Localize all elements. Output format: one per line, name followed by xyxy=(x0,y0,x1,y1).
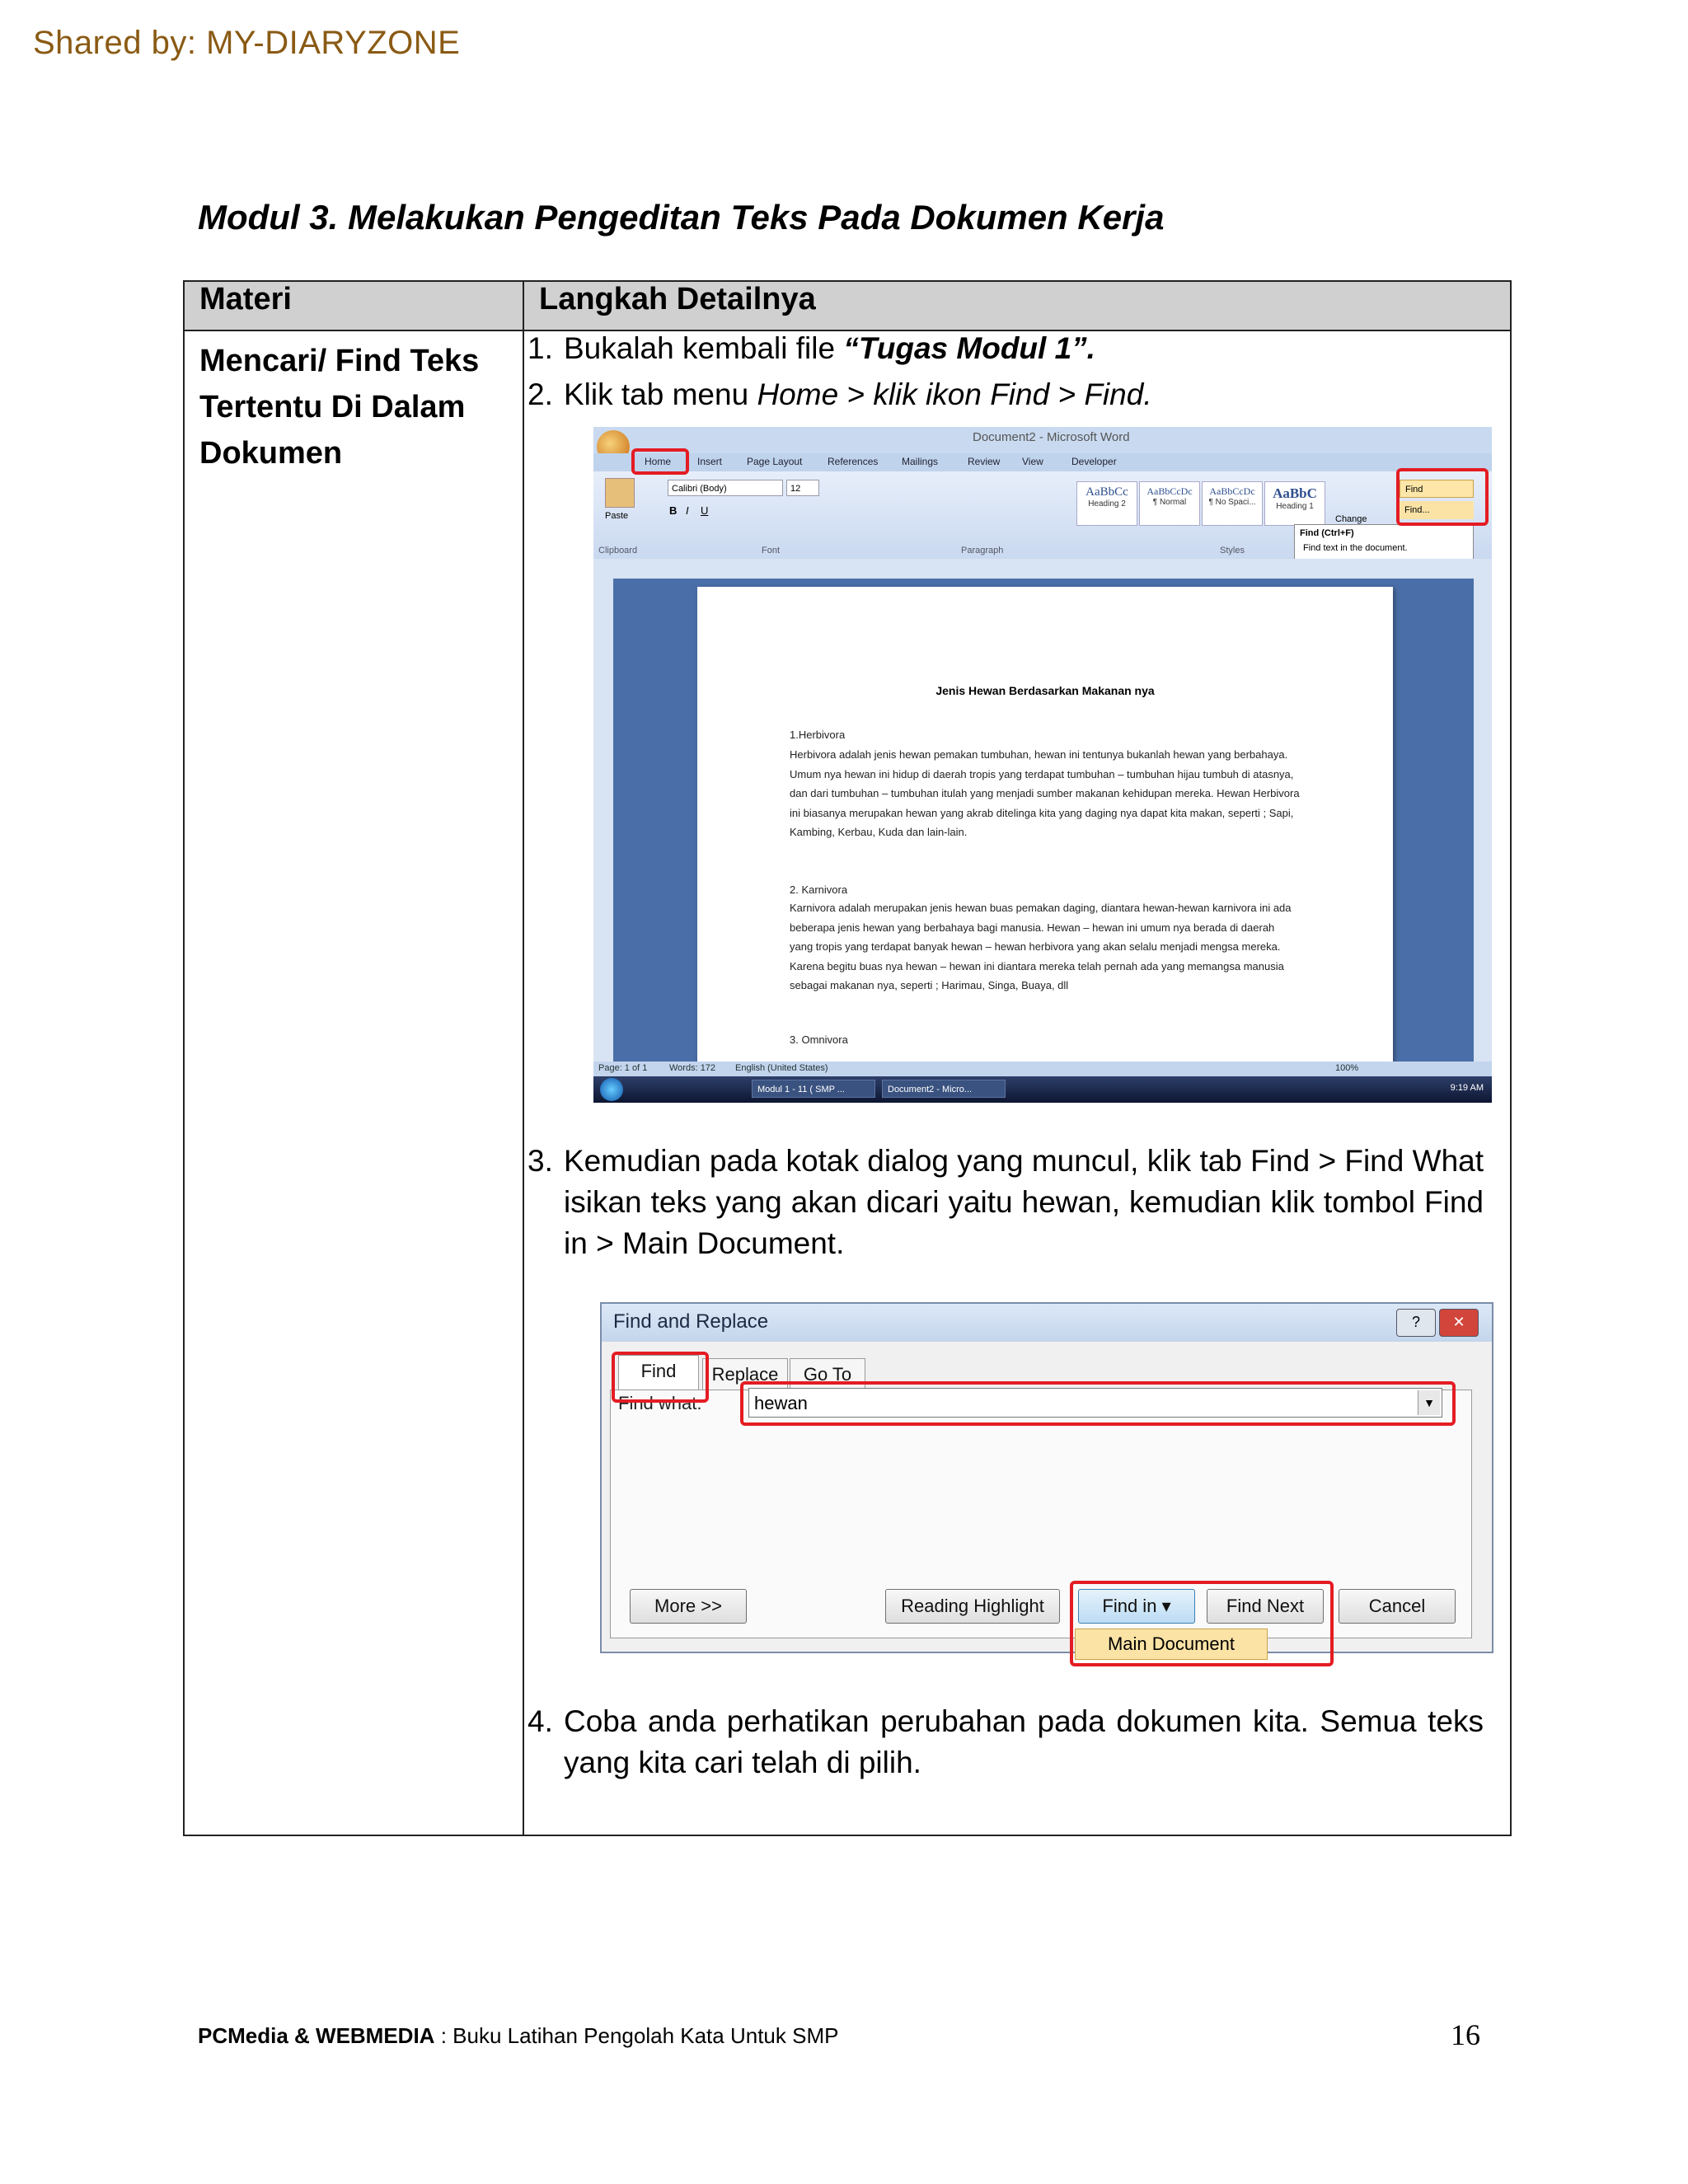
style-heading-1[interactable]: AaBbC Heading 1 xyxy=(1264,481,1325,526)
step-text: Kemudian pada kotak dialog yang muncul, … xyxy=(564,1144,1484,1260)
materi-cell: Mencari/ Find Teks Tertentu Di Dalam Dok… xyxy=(183,330,524,1836)
help-button[interactable]: ? xyxy=(1396,1309,1436,1337)
step-emphasis: “Tugas Modul 1”. xyxy=(843,331,1095,365)
tooltip-title: Find (Ctrl+F) xyxy=(1300,528,1354,538)
style-sample: AaBbCcDc xyxy=(1209,485,1255,497)
style-name: Heading 2 xyxy=(1088,499,1126,509)
doc-paragraph: Karnivora adalah merupakan jenis hewan b… xyxy=(790,902,1292,991)
step-4: 4. Coba anda perhatikan perubahan pada d… xyxy=(528,1701,1484,1783)
style-name: ¶ Normal xyxy=(1152,498,1187,507)
italic-icon[interactable]: I xyxy=(686,504,689,517)
change-styles-label[interactable]: Change xyxy=(1335,514,1367,524)
style-sample: AaBbCcDc xyxy=(1146,485,1193,497)
step-text: Klik tab menu xyxy=(564,377,757,411)
taskbar-item[interactable]: Modul 1 - 11 ( SMP ... xyxy=(752,1080,875,1098)
bold-icon[interactable]: B xyxy=(669,504,677,517)
word-window-title: Document2 - Microsoft Word xyxy=(973,430,1130,444)
paste-icon[interactable] xyxy=(605,478,635,508)
footer-credit: PCMedia & WEBMEDIA : Buku Latihan Pengol… xyxy=(198,2023,838,2049)
materi-line: Dokumen xyxy=(199,436,343,471)
word-ribbon-tabs: Home Insert Page Layout References Maili… xyxy=(593,453,1492,471)
tab-page-layout[interactable]: Page Layout xyxy=(747,456,802,467)
step-text: Coba anda perhatikan perubahan pada doku… xyxy=(564,1704,1484,1779)
group-font: Font xyxy=(762,546,781,555)
dialog-title: Find and Replace xyxy=(613,1310,769,1333)
tab-review[interactable]: Review xyxy=(968,456,1000,467)
tab-mailings[interactable]: Mailings xyxy=(902,456,938,467)
dialog-titlebar: Find and Replace ? ✕ xyxy=(602,1304,1492,1342)
footer-book: Buku Latihan Pengolah Kata Untuk SMP xyxy=(452,2023,839,2048)
vertical-scrollbar[interactable] xyxy=(1474,579,1492,1062)
zoom-level[interactable]: 100% xyxy=(1335,1063,1358,1073)
step-number: 1. xyxy=(528,331,553,365)
paste-label: Paste xyxy=(605,511,629,521)
style-no-spacing[interactable]: AaBbCcDc ¶ No Spaci... xyxy=(1202,481,1263,526)
doc-paragraph: 1.Herbivora xyxy=(790,729,846,741)
footer-separator: : xyxy=(434,2023,453,2048)
taskbar-clock: 9:19 AM xyxy=(1450,1083,1484,1093)
status-words: Words: 172 xyxy=(669,1063,716,1073)
vertical-ruler xyxy=(593,579,613,1062)
materi-line: Tertentu Di Dalam xyxy=(199,390,466,424)
group-paragraph: Paragraph xyxy=(961,546,1004,555)
materi-line: Mencari/ Find Teks xyxy=(199,344,480,378)
style-normal[interactable]: AaBbCcDc ¶ Normal xyxy=(1139,481,1200,526)
taskbar: Modul 1 - 11 ( SMP ... Document2 - Micro… xyxy=(593,1076,1492,1103)
style-sample: AaBbC xyxy=(1273,485,1317,501)
highlight-find-tab xyxy=(612,1352,709,1403)
underline-icon[interactable]: U xyxy=(701,504,708,517)
header-langkah: Langkah Detailnya xyxy=(523,280,1512,331)
font-size-select[interactable]: 12 xyxy=(786,480,819,496)
group-styles: Styles xyxy=(1220,546,1245,555)
style-name: Heading 1 xyxy=(1276,502,1314,511)
tab-insert[interactable]: Insert xyxy=(697,456,722,467)
reading-highlight-button[interactable]: Reading Highlight xyxy=(885,1589,1060,1624)
document-title: Jenis Hewan Berdasarkan Makanan nya xyxy=(935,684,1155,697)
tooltip-text: Find text in the document. xyxy=(1303,543,1408,553)
horizontal-ruler xyxy=(593,559,1492,579)
document-page: Jenis Hewan Berdasarkan Makanan nya 1.He… xyxy=(697,587,1393,1062)
doc-paragraph: Herbivora adalah jenis hewan pemakan tum… xyxy=(790,748,1300,838)
status-bar: Page: 1 of 1 Words: 172 English (United … xyxy=(593,1062,1492,1076)
page-number: 16 xyxy=(1451,2018,1480,2051)
highlight-find-what xyxy=(740,1381,1456,1426)
style-name: ¶ No Spaci... xyxy=(1208,498,1256,507)
paragraph-tools xyxy=(903,481,1035,514)
more-button[interactable]: More >> xyxy=(630,1589,747,1624)
close-button[interactable]: ✕ xyxy=(1439,1309,1479,1337)
highlight-find-button xyxy=(1396,468,1489,526)
page-title: Modul 3. Melakukan Pengeditan Teks Pada … xyxy=(198,198,1165,237)
step-number: 3. xyxy=(528,1144,553,1178)
font-name-select[interactable]: Calibri (Body) xyxy=(668,480,783,496)
tab-references[interactable]: References xyxy=(828,456,878,467)
doc-paragraph: 2. Karnivora xyxy=(790,883,848,896)
style-sample: AaBbCc xyxy=(1085,485,1128,499)
status-page: Page: 1 of 1 xyxy=(598,1063,648,1073)
step-number: 2. xyxy=(528,377,553,411)
group-clipboard: Clipboard xyxy=(598,546,638,555)
tab-view[interactable]: View xyxy=(1022,456,1043,467)
footer-brand: PCMedia & WEBMEDIA xyxy=(198,2023,435,2048)
step-text: Bukalah kembali file xyxy=(564,331,844,365)
step-1: 1. Bukalah kembali file “Tugas Modul 1”. xyxy=(528,328,1484,369)
find-replace-dialog: Find and Replace ? ✕ Find Replace Go To … xyxy=(600,1302,1493,1666)
step-3: 3. Kemudian pada kotak dialog yang muncu… xyxy=(528,1141,1484,1264)
taskbar-item[interactable]: Document2 - Micro... xyxy=(882,1080,1006,1098)
word-titlebar: Document2 - Microsoft Word xyxy=(593,427,1492,453)
cancel-button[interactable]: Cancel xyxy=(1339,1589,1456,1624)
highlight-find-in xyxy=(1070,1581,1334,1666)
start-button-icon[interactable] xyxy=(600,1078,623,1101)
tab-developer[interactable]: Developer xyxy=(1071,456,1117,467)
step-emphasis: Home > klik ikon Find > Find. xyxy=(757,377,1152,411)
word-screenshot: Document2 - Microsoft Word Home Insert P… xyxy=(593,427,1492,1103)
style-heading-2[interactable]: AaBbCc Heading 2 xyxy=(1076,481,1137,526)
highlight-home-tab xyxy=(631,448,689,475)
header-materi: Materi xyxy=(183,280,524,331)
watermark: Shared by: MY-DIARYZONE xyxy=(33,25,461,61)
status-language: English (United States) xyxy=(735,1063,828,1073)
doc-paragraph: 3. Omnivora xyxy=(790,1033,848,1046)
step-2: 2. Klik tab menu Home > klik ikon Find >… xyxy=(528,374,1484,415)
step-number: 4. xyxy=(528,1704,553,1738)
